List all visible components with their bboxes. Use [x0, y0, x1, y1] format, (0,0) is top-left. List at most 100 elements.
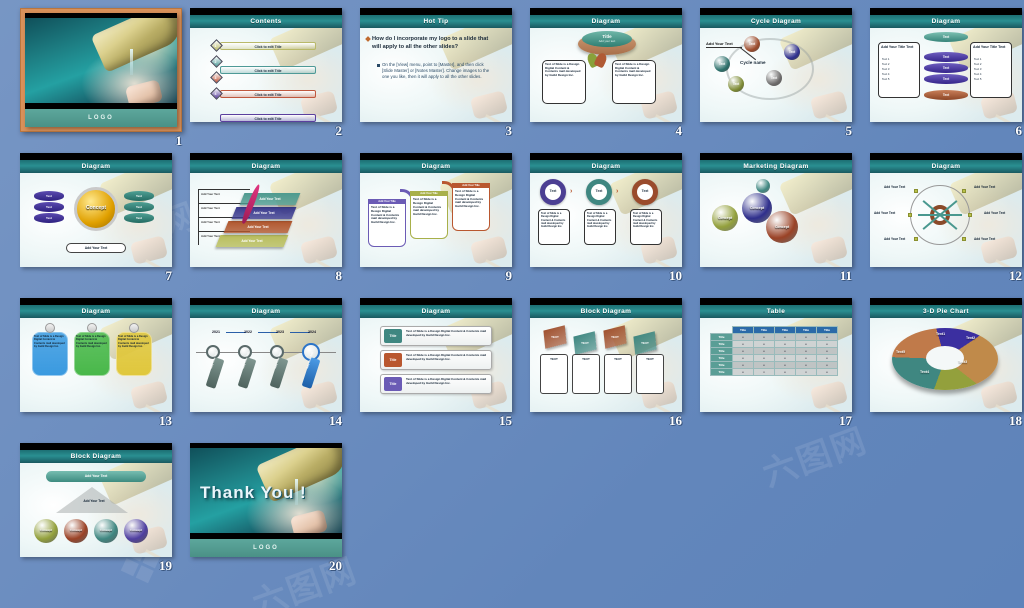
slide-cell-17[interactable]: Table Title Title Title Title Title Title o o o o o…	[700, 298, 870, 427]
slide-thumbnail-frame[interactable]: Table Title Title Title Title Title Title o o o o o…	[700, 298, 870, 412]
slide-thumbnail-frame[interactable]: LOGO	[20, 8, 182, 132]
radial-node[interactable]	[908, 213, 912, 217]
slide-thumbnail[interactable]: Marketing Diagram Concept Concept Concept	[700, 153, 852, 267]
marketing-ball-label: Concept	[749, 206, 765, 210]
slide-thumbnail-frame[interactable]: Diagram Add Your Title Text of Slide is a …	[360, 153, 530, 267]
bullet-diamond-icon	[365, 36, 371, 42]
slide-topbar	[700, 153, 852, 160]
slide-cell-12[interactable]: DiagramTextAdd Your TextAdd Your TextAdd…	[870, 153, 1024, 282]
slide-thumbnail[interactable]: Diagram Text Text Text Text Text Add Your Titl…	[870, 8, 1022, 122]
slide-thumbnail-frame[interactable]: Thank You ! LOGO	[190, 443, 360, 557]
slide-thumbnail[interactable]: Diagram Concept Text Text Text Text Text Text Ad…	[20, 153, 172, 267]
slide-thumbnail[interactable]: LOGO	[25, 13, 177, 127]
radial-node[interactable]	[914, 189, 918, 193]
slide-thumbnail-frame[interactable]: Diagram Text Text of Slide is a Design Dig…	[530, 153, 700, 267]
slide-thumbnail[interactable]: Diagram Add Your Title Text of Slide is a …	[360, 153, 512, 267]
slide-cell-8[interactable]: Diagram Add Your Text Add Your Text Add You…	[190, 153, 360, 282]
contents-bar[interactable]: Click to edit Title	[220, 66, 316, 74]
slide-cell-18[interactable]: 3-D Pie Chart Text1 Text2 Text3 Text4 Text5 18	[870, 298, 1024, 427]
slide-canvas: DiagramTextAdd Your TextAdd Your TextAdd…	[870, 153, 1022, 267]
table-cell: o	[774, 361, 796, 369]
radial-node[interactable]	[962, 237, 966, 241]
ring-chevron-icon: ›	[616, 188, 619, 195]
slide-thumbnail-frame[interactable]: Diagram 2021 Add Your Text 2022 Add Your Tex…	[190, 298, 360, 412]
slide-thumbnail-frame[interactable]: Block Diagram Add Your Text Add Your Text C…	[20, 443, 190, 557]
stick-graphic	[825, 404, 852, 412]
slide-thumbnail[interactable]: Diagram Add Your Text Add Your Text Add You…	[190, 153, 342, 267]
slide-title: Diagram	[20, 160, 172, 173]
slide-body: Text of Slide is a Design Digital Conten…	[20, 318, 172, 412]
slide-thumbnail-frame[interactable]: Diagram Concept Text Text Text Text Text Text Ad…	[20, 153, 190, 267]
slide-thumbnail-frame[interactable]: Diagram Title Text of Slide is a Design Di…	[360, 298, 530, 412]
slide-cell-7[interactable]: Diagram Concept Text Text Text Text Text Text Ad…	[20, 153, 190, 282]
slide-thumbnail[interactable]: Thank You ! LOGO	[190, 443, 342, 557]
slide-thumbnail-frame[interactable]: DiagramTextAdd Your TextAdd Your TextAdd…	[870, 153, 1024, 267]
slide-canvas: Marketing Diagram Concept Concept Concept	[700, 153, 852, 267]
slide-cell-2[interactable]: Contents Click to edit Title 1 Click to edi…	[190, 8, 360, 137]
slide-thumbnail[interactable]: Diagram Text of Slide is a Design Digital…	[20, 298, 172, 412]
slide-thumbnail[interactable]: Cycle Diagram Text Text Text Text Text Cycle n…	[700, 8, 852, 122]
slide-topbar	[870, 298, 1022, 305]
slide-canvas: Cycle Diagram Text Text Text Text Text Cycle n…	[700, 8, 852, 122]
list-row-badge-label: Title	[389, 357, 397, 362]
stack-panel-line: Text 5	[974, 77, 982, 81]
slide-thumbnail[interactable]: Diagram Title Add your text Text of Slide i…	[530, 8, 682, 122]
slide-thumbnail-frame[interactable]: Diagram Text of Slide is a Design Digital…	[20, 298, 190, 412]
table-cell: o	[774, 368, 796, 376]
slide-cell-9[interactable]: Diagram Add Your Title Text of Slide is a …	[360, 153, 530, 282]
slide-thumbnail-frame[interactable]: Block Diagram TEXT TEXT TEXT TEXT TEXT TEXT TEX…	[530, 298, 700, 412]
slide-thumbnail-frame[interactable]: Marketing Diagram Concept Concept Concept	[700, 153, 870, 267]
slide-thumbnail-frame[interactable]: Contents Click to edit Title 1 Click to edi…	[190, 8, 360, 122]
slide-thumbnail[interactable]: Diagram Text Text of Slide is a Design Dig…	[530, 153, 682, 267]
slide-thumbnail-frame[interactable]: Cycle Diagram Text Text Text Text Text Cycle n…	[700, 8, 870, 122]
pie-slice-label: Text4	[920, 370, 930, 374]
slide-cell-11[interactable]: Marketing Diagram Concept Concept Concept 11	[700, 153, 870, 282]
contents-bar[interactable]: Click to edit Title	[220, 42, 316, 50]
concept-cylinder-label: Text	[46, 215, 52, 220]
slide-thumbnail[interactable]: Hot Tip How do I incorporate my logo to a…	[360, 8, 512, 122]
radial-node[interactable]	[914, 237, 918, 241]
slide-thumbnail-frame[interactable]: 3-D Pie Chart Text1 Text2 Text3 Text4 Text5	[870, 298, 1024, 412]
slide-thumbnail[interactable]: DiagramTextAdd Your TextAdd Your TextAdd…	[870, 153, 1022, 267]
slide-thumbnail[interactable]: Block Diagram TEXT TEXT TEXT TEXT TEXT TEXT TEX…	[530, 298, 682, 412]
slide-topbar	[360, 8, 512, 15]
block-card-label: TEXT	[550, 357, 558, 361]
slide-thumbnail-frame[interactable]: Diagram Add Your Text Add Your Text Add You…	[190, 153, 360, 267]
slide-cell-1[interactable]: LOGO 1	[20, 8, 190, 147]
slide-cell-16[interactable]: Block Diagram TEXT TEXT TEXT TEXT TEXT TEXT TEX…	[530, 298, 700, 427]
contents-bar[interactable]: Click to edit Title	[220, 90, 316, 98]
slide-thumbnail[interactable]: Diagram 2021 Add Your Text 2022 Add Your Tex…	[190, 298, 342, 412]
thankyou-text: Thank You !	[200, 483, 307, 502]
radial-node[interactable]	[962, 189, 966, 193]
slide-title: Diagram	[360, 305, 512, 318]
slide-thumbnail-frame[interactable]: Diagram Title Add your text Text of Slide i…	[530, 8, 700, 122]
slide-cell-3[interactable]: Hot Tip How do I incorporate my logo to a…	[360, 8, 530, 137]
slide-cell-15[interactable]: Diagram Title Text of Slide is a Design Di…	[360, 298, 530, 427]
contents-bar[interactable]: Click to edit Title	[220, 114, 316, 122]
stack-panel-line: Text 3	[974, 67, 982, 71]
slide-cell-5[interactable]: Cycle Diagram Text Text Text Text Text Cycle n…	[700, 8, 870, 137]
slide-thumbnail-frame[interactable]: Hot Tip How do I incorporate my logo to a…	[360, 8, 530, 122]
slide-canvas: Block Diagram Add Your Text Add Your Text C…	[20, 443, 172, 557]
slide-cell-14[interactable]: Diagram 2021 Add Your Text 2022 Add Your Tex…	[190, 298, 360, 427]
slide-cell-19[interactable]: Block Diagram Add Your Text Add Your Text C…	[20, 443, 190, 572]
disc-text: Text of Slide is a Design Digital Conten…	[545, 62, 581, 77]
timeline-year: 2024	[308, 330, 316, 334]
concept-bottom-label: Add Your Text	[84, 245, 108, 250]
slide-cell-4[interactable]: Diagram Title Add your text Text of Slide i…	[530, 8, 700, 137]
slide-thumbnail-frame[interactable]: Diagram Text Text Text Text Text Add Your Titl…	[870, 8, 1024, 122]
slide-cell-20[interactable]: Thank You ! LOGO 20	[190, 443, 360, 572]
note-card-text: Text of Slide is a Design Digital Conten…	[413, 197, 442, 217]
slide-thumbnail[interactable]: Block Diagram Add Your Text Add Your Text C…	[20, 443, 172, 557]
radial-label: Add Your Text	[974, 237, 996, 241]
stick-graphic	[655, 404, 682, 412]
slide-cell-13[interactable]: Diagram Text of Slide is a Design Digital…	[20, 298, 190, 427]
slide-thumbnail[interactable]: Diagram Title Text of Slide is a Design Di…	[360, 298, 512, 412]
slide-cell-10[interactable]: Diagram Text Text of Slide is a Design Dig…	[530, 153, 700, 282]
slide-thumbnail[interactable]: 3-D Pie Chart Text1 Text2 Text3 Text4 Text5	[870, 298, 1022, 412]
slide-cell-6[interactable]: Diagram Text Text Text Text Text Add Your Titl…	[870, 8, 1024, 137]
radial-node[interactable]	[968, 213, 972, 217]
marketing-ball[interactable]	[756, 179, 770, 193]
slide-thumbnail[interactable]: Contents Click to edit Title 1 Click to edi…	[190, 8, 342, 122]
slide-thumbnail[interactable]: Table Title Title Title Title Title Title o o o o o…	[700, 298, 852, 412]
